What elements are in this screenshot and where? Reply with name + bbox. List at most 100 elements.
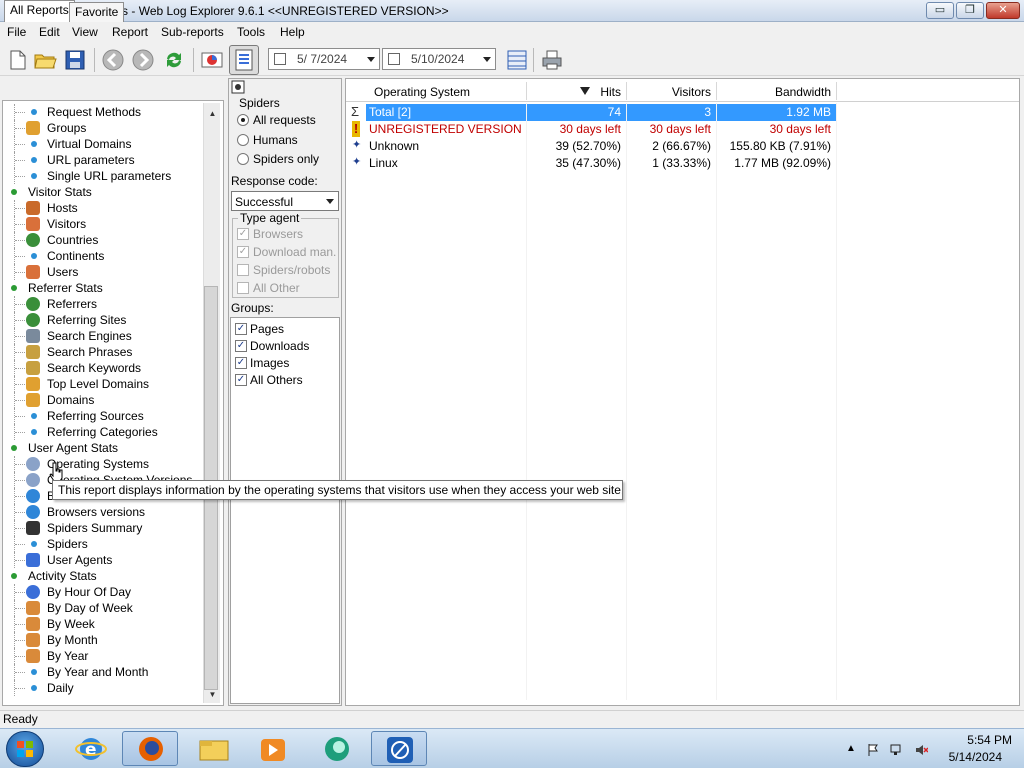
column-divider[interactable] <box>836 82 837 100</box>
tree-item[interactable]: Spiders <box>4 536 202 552</box>
tree-item-label[interactable]: Search Phrases <box>47 345 132 359</box>
column-divider[interactable] <box>716 82 717 100</box>
radio-spiders-only-label[interactable]: Spiders only <box>253 152 319 166</box>
tree-item[interactable]: Search Engines <box>4 328 202 344</box>
tree-item[interactable]: Search Keywords <box>4 360 202 376</box>
response-code-select[interactable]: Successful <box>231 191 339 211</box>
columns-button[interactable] <box>504 47 530 73</box>
checkbox-images-label[interactable]: Images <box>250 356 289 370</box>
back-button[interactable] <box>100 47 126 73</box>
print-button[interactable] <box>539 47 565 73</box>
tree-item-label[interactable]: By Day of Week <box>47 601 133 615</box>
tree-item-label[interactable]: By Hour Of Day <box>47 585 131 599</box>
tree-item-label[interactable]: By Year <box>47 649 88 663</box>
tree-item[interactable]: URL parameters <box>4 152 202 168</box>
tree-item[interactable]: Virtual Domains <box>4 136 202 152</box>
column-header-hits[interactable]: Hits <box>560 85 621 105</box>
menu-help[interactable]: Help <box>280 25 305 39</box>
network-icon[interactable] <box>890 743 904 757</box>
column-header-operating-system[interactable]: Operating System <box>374 85 470 105</box>
tree-item-label[interactable]: Search Engines <box>47 329 132 343</box>
radio-humans-label[interactable]: Humans <box>253 133 298 147</box>
tree-group-label[interactable]: User Agent Stats <box>28 441 118 455</box>
tree-item[interactable]: By Year <box>4 648 202 664</box>
tree-item-label[interactable]: Virtual Domains <box>47 137 131 151</box>
tree-item[interactable]: By Year and Month <box>4 664 202 680</box>
chevron-down-icon[interactable] <box>326 199 334 204</box>
tree-item-label[interactable]: By Year and Month <box>47 665 148 679</box>
tree-item-label[interactable]: Continents <box>47 249 104 263</box>
tree-item[interactable]: By Week <box>4 616 202 632</box>
menu-sub-reports[interactable]: Sub-reports <box>161 25 224 39</box>
tree-item-label[interactable]: Spiders <box>47 537 88 551</box>
refresh-button[interactable] <box>161 47 187 73</box>
tree-item-label[interactable]: URL parameters <box>47 153 135 167</box>
forward-button[interactable] <box>130 47 156 73</box>
tree-item[interactable]: Countries <box>4 232 202 248</box>
tree-item-label[interactable]: Referring Sites <box>47 313 126 327</box>
tree-item-label[interactable]: Referring Sources <box>47 409 144 423</box>
tree-item[interactable]: Single URL parameters <box>4 168 202 184</box>
maximize-button[interactable]: ❐ <box>956 2 984 19</box>
tree-item-label[interactable]: Visitors <box>47 217 86 231</box>
tree-item[interactable]: Browsers versions <box>4 504 202 520</box>
tree-item[interactable]: Request Methods <box>4 104 202 120</box>
clock-time[interactable]: 5:54 PM <box>942 733 1012 747</box>
date-to-picker[interactable]: 5/10/2024 <box>382 48 496 70</box>
checkbox-all-others-label[interactable]: All Others <box>250 373 303 387</box>
tab-all-reports[interactable]: All Reports <box>4 0 75 22</box>
radio-humans[interactable] <box>237 134 249 146</box>
date-to-checkbox[interactable] <box>388 53 400 65</box>
tree-item[interactable]: Continents <box>4 248 202 264</box>
tree-group-label[interactable]: Activity Stats <box>28 569 97 583</box>
chart-button[interactable] <box>199 47 225 73</box>
column-header-visitors[interactable]: Visitors <box>650 85 711 105</box>
tree-item-label[interactable]: Single URL parameters <box>47 169 171 183</box>
clock-date[interactable]: 5/14/2024 <box>942 750 1002 764</box>
chevron-down-icon[interactable] <box>483 57 491 62</box>
menu-report[interactable]: Report <box>112 25 148 39</box>
tree-item[interactable]: By Hour Of Day <box>4 584 202 600</box>
tree-item[interactable]: Hosts <box>4 200 202 216</box>
filter-panel-button[interactable] <box>229 45 259 75</box>
tree-item-label[interactable]: Hosts <box>47 201 78 215</box>
taskbar-media-player[interactable] <box>244 731 300 766</box>
tree-item[interactable]: Operating Systems <box>4 456 202 472</box>
date-from-picker[interactable]: 5/ 7/2024 <box>268 48 380 70</box>
close-button[interactable]: ✕ <box>986 2 1020 19</box>
save-button[interactable] <box>62 47 88 73</box>
tree-item-label[interactable]: User Agents <box>47 553 112 567</box>
tree-item[interactable]: Referring Sites <box>4 312 202 328</box>
tree-item[interactable]: Search Phrases <box>4 344 202 360</box>
new-button[interactable] <box>4 47 30 73</box>
tree-item-label[interactable]: Domains <box>47 393 94 407</box>
checkbox-images[interactable]: ✓ <box>235 357 247 369</box>
taskbar-web-log-explorer[interactable] <box>371 731 427 766</box>
taskbar-internet-explorer[interactable]: e <box>62 731 118 766</box>
volume-muted-icon[interactable] <box>914 743 929 757</box>
taskbar-firefox[interactable] <box>122 731 178 766</box>
tree-item[interactable]: Visitors <box>4 216 202 232</box>
chevron-down-icon[interactable] <box>367 57 375 62</box>
checkbox-pages[interactable]: ✓ <box>235 323 247 335</box>
checkbox-all-others[interactable]: ✓ <box>235 374 247 386</box>
menu-view[interactable]: View <box>72 25 98 39</box>
tree-item[interactable]: Referrers <box>4 296 202 312</box>
tree-item-label[interactable]: By Month <box>47 633 98 647</box>
tree-item[interactable]: Referring Categories <box>4 424 202 440</box>
taskbar-messenger[interactable] <box>308 731 364 766</box>
tree-item-label[interactable]: Browsers versions <box>47 505 145 519</box>
tree-item[interactable]: By Month <box>4 632 202 648</box>
tree-item-label[interactable]: Request Methods <box>47 105 141 119</box>
tree-item-label[interactable]: Countries <box>47 233 98 247</box>
tree-item-label[interactable]: Spiders Summary <box>47 521 142 535</box>
column-divider[interactable] <box>526 82 527 100</box>
open-button[interactable] <box>32 47 58 73</box>
tree-group[interactable]: User Agent Stats <box>4 440 202 456</box>
action-center-flag-icon[interactable] <box>866 743 880 757</box>
menu-file[interactable]: File <box>7 25 26 39</box>
tree-item[interactable]: Spiders Summary <box>4 520 202 536</box>
checkbox-downloads-label[interactable]: Downloads <box>250 339 309 353</box>
tree-item[interactable]: Users <box>4 264 202 280</box>
tree-item-label[interactable]: By Week <box>47 617 95 631</box>
